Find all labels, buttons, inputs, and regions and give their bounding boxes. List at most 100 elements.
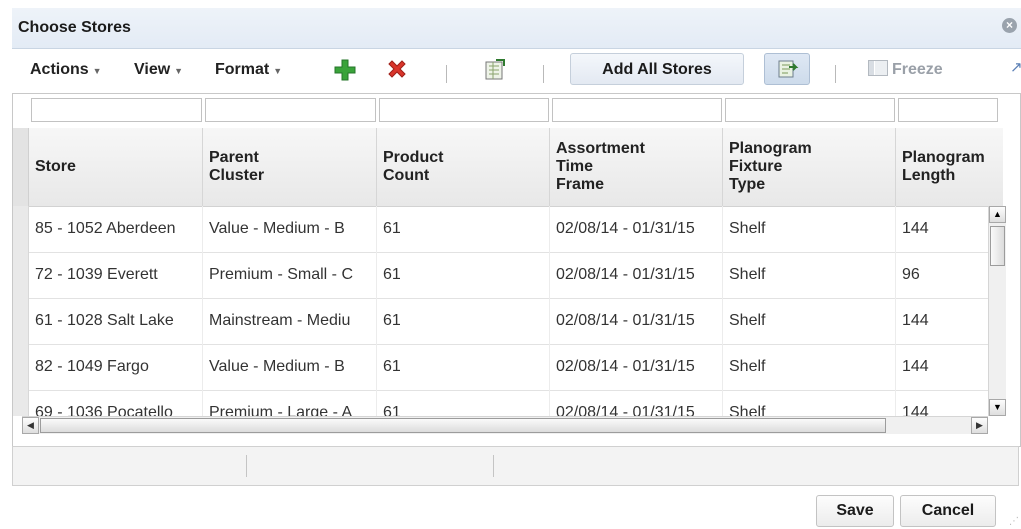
scroll-down-icon[interactable]: ▼ [989, 399, 1006, 416]
view-menu[interactable]: View ▼ [134, 61, 183, 79]
filter-parent-cluster-input[interactable] [205, 98, 376, 122]
cell-time-frame: 02/08/14 - 01/31/15 [550, 390, 723, 416]
cell-product-count: 61 [377, 298, 550, 344]
dialog-title: Choose Stores [18, 19, 131, 36]
chevron-down-icon: ▼ [273, 66, 283, 76]
table-body: 85 - 1052 Aberdeen Value - Medium - B 61… [13, 206, 991, 416]
scroll-thumb[interactable] [40, 418, 886, 433]
table-row[interactable]: 61 - 1028 Salt Lake Mainstream - Mediu 6… [13, 298, 991, 345]
filter-time-frame-input[interactable] [552, 98, 722, 122]
cell-product-count: 61 [377, 344, 550, 390]
chevron-down-icon: ▼ [92, 66, 102, 76]
column-header-length[interactable]: Planogram Length [896, 128, 1003, 206]
freeze-button[interactable]: Freeze [868, 60, 943, 79]
freeze-icon [868, 60, 888, 76]
cell-length: 144 [902, 404, 929, 416]
format-menu-label: Format [215, 61, 270, 78]
cell-fixture-type: Shelf [723, 298, 896, 344]
filter-product-count-input[interactable] [379, 98, 549, 122]
cell-fixture-type: Shelf [723, 344, 896, 390]
column-header-label: Store [35, 158, 76, 175]
row-selector[interactable] [13, 344, 29, 390]
cell-parent-cluster: Value - Medium - B [203, 206, 377, 252]
row-selector[interactable] [13, 252, 29, 298]
filter-length-input[interactable] [898, 98, 998, 122]
cell-parent-cluster: Premium - Small - C [203, 252, 377, 298]
stores-table: Store Parent Cluster Product Count Assor… [12, 93, 1021, 447]
close-icon[interactable]: × [1002, 18, 1017, 33]
table-row[interactable]: 69 - 1036 Pocatello Premium - Large - A … [13, 390, 991, 416]
horizontal-scrollbar[interactable]: ◀ ▶ [22, 416, 988, 434]
wrap-arrow-icon[interactable]: ↗ [1010, 58, 1021, 76]
delete-x-icon[interactable] [384, 57, 410, 83]
column-header-parent-cluster[interactable]: Parent Cluster [203, 128, 377, 206]
freeze-label: Freeze [892, 61, 943, 78]
column-header-store[interactable]: Store [29, 128, 203, 206]
cell-product-count: 61 [377, 206, 550, 252]
cell-store: 85 - 1052 Aberdeen [29, 206, 203, 252]
cell-store: 82 - 1049 Fargo [29, 344, 203, 390]
cell-length: 144 [902, 312, 929, 329]
detach-button[interactable] [764, 53, 810, 85]
row-selector[interactable] [13, 206, 29, 252]
cell-store: 72 - 1039 Everett [29, 252, 203, 298]
cell-length: 96 [902, 266, 920, 283]
column-header-fixture-type[interactable]: Planogram Fixture Type [723, 128, 896, 206]
add-all-stores-button[interactable]: Add All Stores [570, 53, 744, 85]
cell-store: 69 - 1036 Pocatello [29, 390, 203, 416]
table-header: Store Parent Cluster Product Count Assor… [13, 128, 1003, 207]
toolbar-divider [835, 65, 836, 83]
column-header-label: Product Count [383, 149, 444, 184]
scroll-right-icon[interactable]: ▶ [971, 417, 988, 434]
cancel-button[interactable]: Cancel [900, 495, 996, 527]
row-selector[interactable] [13, 298, 29, 344]
cell-time-frame: 02/08/14 - 01/31/15 [550, 298, 723, 344]
dialog-titlebar: Choose Stores × [12, 8, 1021, 49]
format-menu[interactable]: Format ▼ [215, 61, 282, 79]
cell-time-frame: 02/08/14 - 01/31/15 [550, 206, 723, 252]
column-header-label: Planogram Length [902, 149, 985, 184]
table-row[interactable]: 85 - 1052 Aberdeen Value - Medium - B 61… [13, 206, 991, 253]
cell-time-frame: 02/08/14 - 01/31/15 [550, 252, 723, 298]
cell-parent-cluster: Value - Medium - B [203, 344, 377, 390]
cell-fixture-type: Shelf [723, 390, 896, 416]
column-header-time-frame[interactable]: Assortment Time Frame [550, 128, 723, 206]
toolbar-divider [543, 65, 544, 83]
cell-time-frame: 02/08/14 - 01/31/15 [550, 344, 723, 390]
select-all-cell[interactable] [13, 128, 29, 206]
row-selector[interactable] [13, 390, 29, 416]
cell-length: 144 [902, 220, 929, 237]
table-row[interactable]: 72 - 1039 Everett Premium - Small - C 61… [13, 252, 991, 299]
save-button[interactable]: Save [816, 495, 894, 527]
cell-parent-cluster: Premium - Large - A [203, 390, 377, 416]
actions-menu-label: Actions [30, 61, 89, 78]
status-bar [12, 446, 1019, 486]
column-header-product-count[interactable]: Product Count [377, 128, 550, 206]
column-header-label: Assortment Time Frame [556, 140, 645, 193]
status-divider [246, 455, 247, 477]
actions-menu[interactable]: Actions ▼ [30, 61, 102, 79]
detach-icon [778, 60, 799, 78]
status-divider [493, 455, 494, 477]
resize-grip-icon[interactable]: ⋰ [1009, 516, 1019, 527]
scroll-left-icon[interactable]: ◀ [22, 417, 39, 434]
filter-store-input[interactable] [31, 98, 202, 122]
plus-icon[interactable] [332, 57, 358, 83]
column-header-label: Parent Cluster [209, 149, 265, 184]
export-excel-icon[interactable] [482, 57, 508, 83]
vertical-scrollbar[interactable]: ▲ ▼ [988, 206, 1006, 416]
filter-fixture-type-input[interactable] [725, 98, 895, 122]
scroll-thumb[interactable] [990, 226, 1005, 266]
filter-row [13, 94, 1020, 128]
cell-product-count: 61 [377, 390, 550, 416]
toolbar: Actions ▼ View ▼ Format ▼ Add All Stores Fr… [12, 49, 1021, 93]
view-menu-label: View [134, 61, 171, 78]
table-row[interactable]: 82 - 1049 Fargo Value - Medium - B 61 02… [13, 344, 991, 391]
toolbar-divider [446, 65, 447, 83]
scroll-up-icon[interactable]: ▲ [989, 206, 1006, 223]
cell-length: 144 [902, 358, 929, 375]
cell-fixture-type: Shelf [723, 206, 896, 252]
cell-fixture-type: Shelf [723, 252, 896, 298]
cell-product-count: 61 [377, 252, 550, 298]
column-header-label: Planogram Fixture Type [729, 140, 812, 193]
